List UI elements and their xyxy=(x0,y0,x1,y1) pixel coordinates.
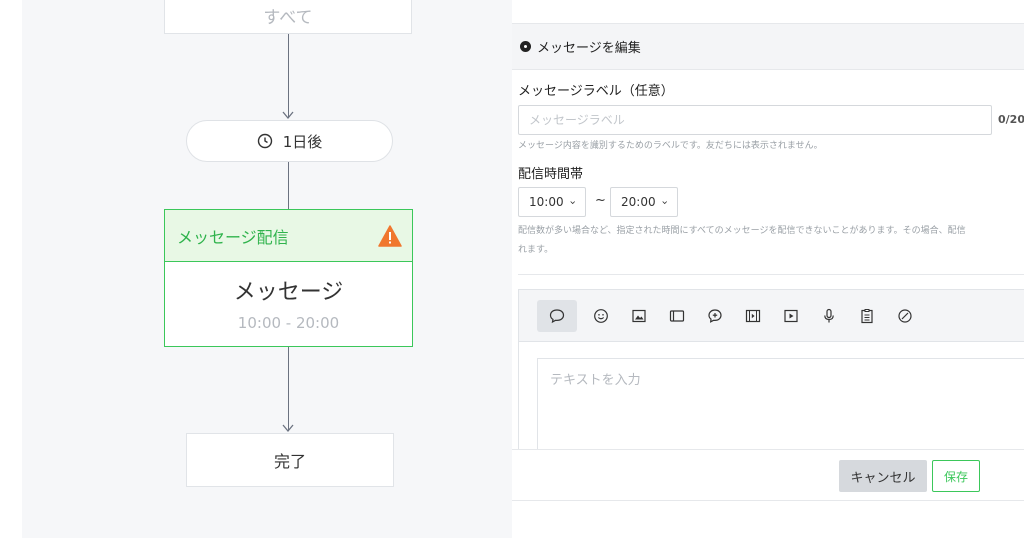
message-node-name: メッセージ xyxy=(233,280,344,305)
audio-type-button[interactable] xyxy=(811,298,847,334)
image-type-button[interactable] xyxy=(621,298,657,334)
end-time-select[interactable]: 20:00 xyxy=(610,187,678,217)
schedule-heading: 配信時間帯 xyxy=(518,167,584,182)
video-type-button[interactable] xyxy=(773,298,809,334)
cancel-button[interactable]: キャンセル xyxy=(839,460,927,492)
schedule-help: 配信数が多い場合など、指定された時間にすべてのメッセージを配信できないことがあり… xyxy=(518,226,966,236)
message-node-title: メッセージ配信 xyxy=(177,227,289,247)
sticker-icon xyxy=(594,308,608,323)
start-time-select[interactable]: 10:00 xyxy=(518,187,586,217)
connector-line xyxy=(288,347,289,431)
message-type-toolbar xyxy=(519,290,1024,342)
message-text-input[interactable]: テキストを入力 xyxy=(537,358,1024,450)
emoji-plus-icon xyxy=(708,308,722,323)
microphone-icon xyxy=(824,308,834,322)
chevron-down-icon xyxy=(569,200,575,204)
edit-panel-title: メッセージを編集 xyxy=(537,41,641,56)
arrow-down-icon xyxy=(282,424,294,432)
richvideo-type-button[interactable] xyxy=(735,298,771,334)
coupon-icon xyxy=(898,308,912,323)
emoji-plus-type-button[interactable] xyxy=(697,298,733,334)
message-label-help: メッセージ内容を識別するためのラベルです。友だちには表示されません。 xyxy=(518,141,823,151)
delay-node-label: 1日後 xyxy=(282,132,323,151)
connector-line xyxy=(288,162,289,209)
text-type-button[interactable] xyxy=(537,299,577,332)
coupon-type-button[interactable] xyxy=(887,298,923,334)
start-node-label: すべて xyxy=(263,7,313,28)
message-label-input[interactable] xyxy=(518,105,992,135)
message-editor: テキストを入力 xyxy=(518,289,1024,450)
radio-dot-icon xyxy=(520,41,531,52)
char-counter: 0/20 xyxy=(998,113,1024,126)
start-time-value: 10:00 xyxy=(529,195,564,209)
image-icon xyxy=(632,309,646,322)
edit-panel-header: メッセージを編集 xyxy=(512,24,1024,70)
schedule-help-cont: れます。 xyxy=(518,245,554,255)
card-icon xyxy=(669,309,685,322)
richvideo-icon xyxy=(745,309,761,322)
end-time-value: 20:00 xyxy=(621,195,656,209)
card-type-button[interactable] xyxy=(659,298,695,334)
end-node-label: 完了 xyxy=(273,452,306,471)
action-footer: キャンセル 保存 xyxy=(512,449,1024,501)
connector-line xyxy=(288,34,289,118)
chevron-down-icon xyxy=(661,200,667,204)
message-node[interactable]: メッセージ配信 メッセージ 10:00 - 20:00 xyxy=(164,209,413,347)
message-node-time: 10:00 - 20:00 xyxy=(237,314,340,332)
survey-type-button[interactable] xyxy=(849,298,885,334)
time-separator: ~ xyxy=(595,193,606,208)
edit-panel: メッセージを編集 メッセージラベル（任意） 0/20 メッセージ内容を識別するた… xyxy=(512,0,1024,538)
flow-canvas: すべて 1日後 メッセージ配信 メッセージ 10:00 - 20:00 完了 xyxy=(22,0,512,538)
message-node-header: メッセージ配信 xyxy=(165,210,412,262)
divider xyxy=(518,274,1024,275)
arrow-down-icon xyxy=(282,111,294,119)
sticker-type-button[interactable] xyxy=(583,298,619,334)
message-text-placeholder: テキストを入力 xyxy=(550,373,641,388)
message-node-body: メッセージ 10:00 - 20:00 xyxy=(165,262,412,332)
start-node[interactable]: すべて xyxy=(164,0,412,34)
clock-icon xyxy=(257,133,272,149)
save-button[interactable]: 保存 xyxy=(932,460,980,492)
speech-bubble-icon xyxy=(549,308,565,323)
warning-triangle-icon xyxy=(378,224,402,247)
survey-icon xyxy=(861,308,873,323)
video-icon xyxy=(784,309,798,322)
message-label-heading: メッセージラベル（任意） xyxy=(518,84,674,99)
delay-node[interactable]: 1日後 xyxy=(186,120,393,162)
end-node[interactable]: 完了 xyxy=(186,433,394,487)
